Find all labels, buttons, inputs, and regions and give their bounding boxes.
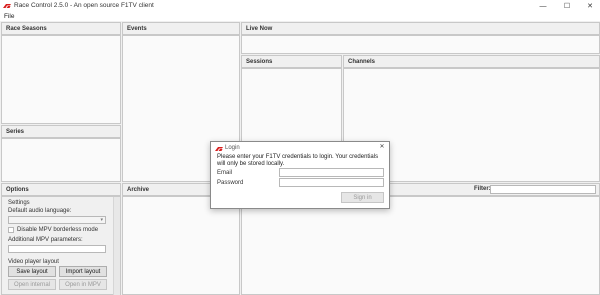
menu-file[interactable]: File bbox=[4, 13, 14, 20]
import-layout-button[interactable]: Import layout bbox=[59, 266, 107, 277]
live-now-header: Live Now bbox=[241, 22, 600, 35]
settings-label: Settings bbox=[8, 200, 30, 206]
options-header: Options bbox=[1, 183, 121, 196]
f1-logo-icon bbox=[3, 4, 11, 8]
default-audio-label: Default audio language: bbox=[8, 208, 72, 214]
login-title: Login bbox=[225, 145, 240, 151]
filter-input[interactable] bbox=[490, 185, 596, 194]
events-header: Events bbox=[122, 22, 240, 35]
window-title: Race Control 2.5.0 - An open source F1TV… bbox=[14, 2, 154, 9]
filter-label: Filter: bbox=[474, 186, 491, 192]
live-now-list[interactable] bbox=[241, 35, 600, 54]
password-label: Password bbox=[217, 180, 244, 186]
disable-mpv-label: Disable MPV borderless mode bbox=[17, 227, 99, 233]
archive-content-list[interactable] bbox=[241, 196, 600, 295]
open-internal-button[interactable]: Open internal bbox=[8, 279, 56, 290]
close-button[interactable]: ✕ bbox=[580, 0, 600, 12]
audio-language-select[interactable]: ▾ bbox=[8, 216, 106, 224]
f1-logo-icon bbox=[215, 147, 223, 151]
login-message: Please enter your F1TV credentials to lo… bbox=[217, 154, 379, 167]
additional-mpv-label: Additional MPV parameters: bbox=[8, 237, 83, 243]
race-seasons-header: Race Seasons bbox=[1, 22, 121, 35]
channels-header: Channels bbox=[343, 55, 600, 68]
series-header: Series bbox=[1, 125, 121, 138]
disable-mpv-checkbox[interactable] bbox=[8, 227, 14, 233]
minimize-button[interactable]: — bbox=[533, 0, 553, 12]
chevron-down-icon: ▾ bbox=[100, 217, 103, 223]
series-list[interactable] bbox=[1, 138, 121, 182]
sign-in-button[interactable]: Sign in bbox=[341, 192, 384, 203]
login-close-icon[interactable]: ✕ bbox=[377, 143, 387, 152]
options-scrollbar[interactable] bbox=[113, 197, 120, 295]
open-in-mpv-button[interactable]: Open in MPV bbox=[59, 279, 107, 290]
archive-list[interactable] bbox=[122, 196, 240, 295]
menu-bar bbox=[0, 12, 600, 21]
sessions-header: Sessions bbox=[241, 55, 342, 68]
race-seasons-list[interactable] bbox=[1, 35, 121, 124]
additional-mpv-input[interactable] bbox=[8, 245, 106, 253]
save-layout-button[interactable]: Save layout bbox=[8, 266, 56, 277]
maximize-button[interactable]: ☐ bbox=[557, 0, 577, 12]
video-layout-label: Video player layout bbox=[8, 259, 59, 265]
login-dialog: Login ✕ Please enter your F1TV credentia… bbox=[210, 141, 390, 209]
password-input[interactable] bbox=[279, 178, 384, 187]
email-label: Email bbox=[217, 170, 233, 176]
email-input[interactable] bbox=[279, 168, 384, 177]
